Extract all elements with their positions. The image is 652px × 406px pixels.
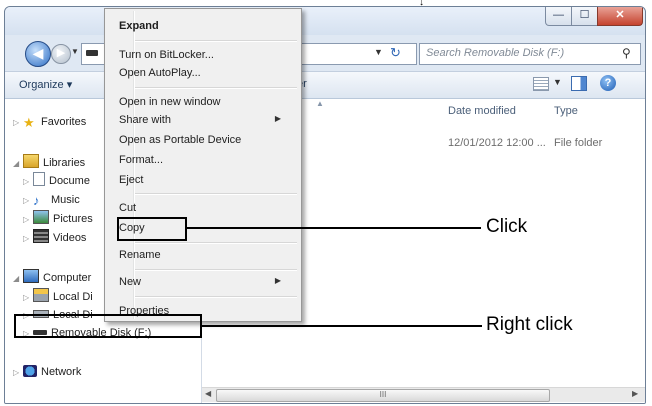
- nav-item-label: Computer: [43, 272, 92, 284]
- document-icon: [33, 172, 45, 186]
- menu-item-turn-on-bitlocker[interactable]: Turn on BitLocker...: [119, 49, 214, 61]
- refresh-icon[interactable]: ↻: [390, 45, 401, 61]
- file-row-type[interactable]: File folder: [554, 137, 602, 149]
- nav-item-label: Music: [51, 194, 80, 206]
- scroll-right-icon[interactable]: ▶: [632, 389, 638, 398]
- star-icon: ★: [23, 115, 35, 130]
- preview-pane-icon[interactable]: [571, 76, 587, 91]
- menu-item-new[interactable]: New ▶: [119, 276, 291, 288]
- nav-item-favorites[interactable]: ▷ ★ Favorites: [13, 113, 86, 131]
- recent-pages-dropdown[interactable]: ▼: [71, 47, 79, 56]
- local-disk-icon: [33, 288, 49, 302]
- menu-item-open-new-window[interactable]: Open in new window: [119, 96, 221, 108]
- menu-item-expand[interactable]: Expand: [119, 20, 159, 32]
- search-icon[interactable]: ⚲: [622, 46, 631, 60]
- command-bar: Organize ▾ er ▼ ?: [5, 71, 645, 99]
- copy-highlight-box: [117, 217, 187, 241]
- change-view-icon[interactable]: [533, 77, 549, 91]
- address-dropdown-icon[interactable]: ▼: [374, 47, 383, 57]
- music-icon: ♪: [33, 193, 40, 208]
- horizontal-scrollbar[interactable]: ◀ III ▶: [202, 387, 645, 402]
- menu-item-share-with[interactable]: Share with ▶: [119, 114, 291, 126]
- submenu-arrow-icon: ▶: [274, 114, 281, 123]
- expand-arrow-icon[interactable]: ▷: [23, 230, 33, 248]
- removable-disk-highlight-box: [14, 314, 202, 338]
- explorer-window: — ☐ ✕ ◀ ▶ ▼ ▼ ↻ Search Removable Disk (F…: [4, 6, 646, 404]
- sort-arrow-icon: ▲: [316, 99, 324, 108]
- videos-icon: [33, 229, 49, 243]
- scroll-left-icon[interactable]: ◀: [205, 389, 211, 398]
- nav-item-local-disk-c[interactable]: ▷ Local Di: [23, 288, 93, 306]
- minimize-button[interactable]: —: [545, 7, 572, 26]
- context-menu: Expand Turn on BitLocker... Open AutoPla…: [104, 8, 302, 322]
- menu-separator: [135, 296, 297, 298]
- expand-arrow-icon[interactable]: ▷: [23, 173, 33, 191]
- menu-separator: [135, 242, 297, 244]
- right-click-callout-label: Right click: [486, 314, 573, 335]
- search-placeholder: Search Removable Disk (F:): [426, 47, 565, 59]
- help-icon[interactable]: ?: [600, 75, 616, 91]
- pictures-icon: [33, 210, 49, 224]
- nav-item-label: Favorites: [41, 116, 87, 128]
- menu-separator: [135, 87, 297, 89]
- menu-item-format[interactable]: Format...: [119, 154, 163, 166]
- file-row-date[interactable]: 12/01/2012 12:00 ...: [448, 137, 546, 149]
- nav-item-label: Local Di: [53, 291, 93, 303]
- expand-arrow-icon[interactable]: ▷: [13, 364, 23, 382]
- menu-separator: [135, 269, 297, 271]
- nav-item-libraries[interactable]: ◢ Libraries: [13, 154, 85, 172]
- menu-item-open-portable-device[interactable]: Open as Portable Device: [119, 134, 241, 146]
- click-callout-label: Click: [486, 216, 528, 237]
- menu-item-eject[interactable]: Eject: [119, 174, 143, 186]
- expand-arrow-icon[interactable]: ▷: [13, 114, 23, 132]
- title-bar: — ☐ ✕: [5, 7, 645, 35]
- organize-menu[interactable]: Organize ▾: [19, 78, 72, 91]
- nav-item-videos[interactable]: ▷ Videos: [23, 229, 86, 247]
- computer-icon: [23, 269, 39, 283]
- nav-item-label: Videos: [53, 232, 87, 244]
- menu-item-cut[interactable]: Cut: [119, 202, 136, 214]
- submenu-arrow-icon: ▶: [274, 276, 281, 285]
- menu-separator: [135, 193, 297, 195]
- libraries-icon: [23, 154, 39, 168]
- nav-item-network[interactable]: ▷ Network: [13, 363, 81, 381]
- nav-item-label: Network: [41, 366, 82, 378]
- expand-arrow-icon[interactable]: ▷: [23, 211, 33, 229]
- nav-item-label: Docume: [49, 175, 90, 187]
- network-icon: [23, 365, 37, 377]
- close-button[interactable]: ✕: [597, 7, 643, 26]
- column-header-type[interactable]: Type: [554, 105, 578, 117]
- menu-item-open-autoplay[interactable]: Open AutoPlay...: [119, 67, 201, 79]
- expand-arrow-icon[interactable]: ▷: [23, 192, 33, 210]
- scrollbar-thumb[interactable]: III: [216, 389, 550, 402]
- collapse-arrow-icon[interactable]: ◢: [13, 270, 23, 288]
- click-callout-line: [185, 227, 481, 229]
- menu-item-rename[interactable]: Rename: [119, 249, 161, 261]
- nav-item-documents[interactable]: ▷ Docume: [23, 172, 90, 190]
- menu-separator: [135, 40, 297, 42]
- nav-item-label: Libraries: [43, 157, 86, 169]
- back-button[interactable]: ◀: [25, 41, 51, 67]
- collapse-arrow-icon[interactable]: ◢: [13, 155, 23, 173]
- search-input[interactable]: Search Removable Disk (F:) ⚲: [419, 43, 641, 65]
- maximize-button[interactable]: ☐: [571, 7, 598, 26]
- views-dropdown-icon[interactable]: ▼: [553, 77, 562, 87]
- right-click-callout-line: [200, 325, 482, 327]
- expand-arrow-icon[interactable]: ▷: [23, 289, 33, 307]
- nav-item-pictures[interactable]: ▷ Pictures: [23, 210, 93, 228]
- drive-icon: [86, 50, 98, 56]
- nav-item-label: Pictures: [53, 213, 93, 225]
- nav-item-music[interactable]: ▷ ♪ Music: [23, 191, 80, 209]
- forward-button[interactable]: ▶: [51, 44, 71, 64]
- nav-item-computer[interactable]: ◢ Computer: [13, 269, 91, 287]
- column-header-date-modified[interactable]: Date modified: [448, 105, 516, 117]
